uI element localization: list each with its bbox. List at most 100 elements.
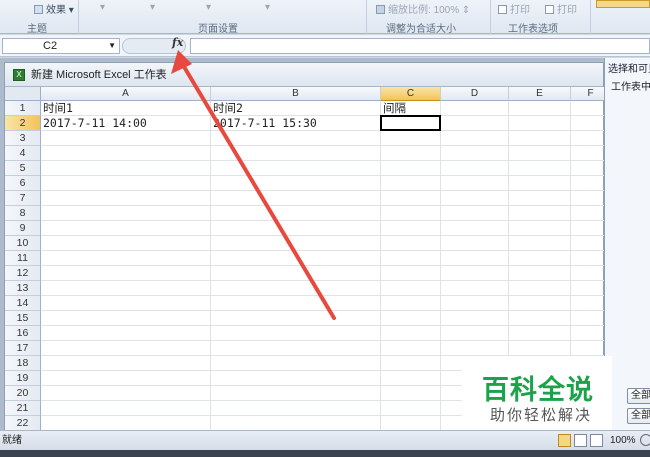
cell-d13[interactable] bbox=[441, 281, 509, 296]
row-header-16[interactable]: 16 bbox=[5, 326, 41, 341]
cell-a17[interactable] bbox=[41, 341, 211, 356]
cell-c11[interactable] bbox=[381, 251, 441, 266]
cell-c16[interactable] bbox=[381, 326, 441, 341]
row-header-8[interactable]: 8 bbox=[5, 206, 41, 221]
row-header-22[interactable]: 22 bbox=[5, 416, 41, 431]
column-header-d[interactable]: D bbox=[441, 87, 509, 101]
row-header-14[interactable]: 14 bbox=[5, 296, 41, 311]
cell-c19[interactable] bbox=[381, 371, 441, 386]
show-all-button[interactable]: 全部 bbox=[627, 388, 650, 404]
cell-a7[interactable] bbox=[41, 191, 211, 206]
size-dropdown[interactable]: ▾ bbox=[206, 2, 211, 13]
cell-c10[interactable] bbox=[381, 236, 441, 251]
cell-c13[interactable] bbox=[381, 281, 441, 296]
row-header-2[interactable]: 2 bbox=[5, 116, 41, 131]
cell-d2[interactable] bbox=[441, 116, 509, 131]
cell-c7[interactable] bbox=[381, 191, 441, 206]
row-header-20[interactable]: 20 bbox=[5, 386, 41, 401]
cell-c9[interactable] bbox=[381, 221, 441, 236]
workbook-title-bar[interactable]: X 新建 Microsoft Excel 工作表 bbox=[5, 63, 603, 87]
row-header-6[interactable]: 6 bbox=[5, 176, 41, 191]
column-header-c[interactable]: C bbox=[381, 87, 441, 101]
cell-d4[interactable] bbox=[441, 146, 509, 161]
cell-a3[interactable] bbox=[41, 131, 211, 146]
row-header-18[interactable]: 18 bbox=[5, 356, 41, 371]
cell-a15[interactable] bbox=[41, 311, 211, 326]
print-area-dropdown[interactable]: ▾ bbox=[265, 2, 270, 13]
cell-e3[interactable] bbox=[509, 131, 571, 146]
cell-b9[interactable] bbox=[211, 221, 381, 236]
zoom-level[interactable]: 100% bbox=[610, 431, 636, 450]
row-header-4[interactable]: 4 bbox=[5, 146, 41, 161]
cell-d10[interactable] bbox=[441, 236, 509, 251]
cell-b6[interactable] bbox=[211, 176, 381, 191]
row-header-10[interactable]: 10 bbox=[5, 236, 41, 251]
print-headings-checkbox[interactable]: 打印 bbox=[545, 1, 577, 16]
cell-d14[interactable] bbox=[441, 296, 509, 311]
cell-b13[interactable] bbox=[211, 281, 381, 296]
cell-c5[interactable] bbox=[381, 161, 441, 176]
normal-view-icon[interactable] bbox=[558, 434, 571, 447]
row-header-13[interactable]: 13 bbox=[5, 281, 41, 296]
cell-d6[interactable] bbox=[441, 176, 509, 191]
cell-b16[interactable] bbox=[211, 326, 381, 341]
cell-b12[interactable] bbox=[211, 266, 381, 281]
cell-a1[interactable]: 时间1 bbox=[41, 101, 211, 116]
zoom-out-icon[interactable] bbox=[640, 434, 650, 446]
cell-a8[interactable] bbox=[41, 206, 211, 221]
row-header-15[interactable]: 15 bbox=[5, 311, 41, 326]
scale-value[interactable]: 100% bbox=[434, 5, 460, 16]
cell-d17[interactable] bbox=[441, 341, 509, 356]
page-break-view-icon[interactable] bbox=[590, 434, 603, 447]
row-header-7[interactable]: 7 bbox=[5, 191, 41, 206]
cell-b2[interactable]: 2017-7-11 15:30 bbox=[211, 116, 381, 131]
cell-d7[interactable] bbox=[441, 191, 509, 206]
cell-e15[interactable] bbox=[509, 311, 571, 326]
cell-a14[interactable] bbox=[41, 296, 211, 311]
cell-b17[interactable] bbox=[211, 341, 381, 356]
cell-a13[interactable] bbox=[41, 281, 211, 296]
cell-d15[interactable] bbox=[441, 311, 509, 326]
cell-e5[interactable] bbox=[509, 161, 571, 176]
cell-c14[interactable] bbox=[381, 296, 441, 311]
cell-b21[interactable] bbox=[211, 401, 381, 416]
cell-e6[interactable] bbox=[509, 176, 571, 191]
chevron-down-icon[interactable]: ▼ bbox=[108, 39, 116, 53]
cell-b7[interactable] bbox=[211, 191, 381, 206]
column-header-e[interactable]: E bbox=[509, 87, 571, 101]
cell-b8[interactable] bbox=[211, 206, 381, 221]
column-header-b[interactable]: B bbox=[211, 87, 381, 101]
cell-e7[interactable] bbox=[509, 191, 571, 206]
cell-e14[interactable] bbox=[509, 296, 571, 311]
cell-a12[interactable] bbox=[41, 266, 211, 281]
cell-c2[interactable] bbox=[380, 115, 441, 131]
cell-e17[interactable] bbox=[509, 341, 571, 356]
cell-e11[interactable] bbox=[509, 251, 571, 266]
cell-a9[interactable] bbox=[41, 221, 211, 236]
row-header-1[interactable]: 1 bbox=[5, 101, 41, 116]
cell-a11[interactable] bbox=[41, 251, 211, 266]
cell-d11[interactable] bbox=[441, 251, 509, 266]
cell-b15[interactable] bbox=[211, 311, 381, 326]
cell-a6[interactable] bbox=[41, 176, 211, 191]
cell-b20[interactable] bbox=[211, 386, 381, 401]
cell-c21[interactable] bbox=[381, 401, 441, 416]
effects-button[interactable]: 效果 ▾ bbox=[34, 1, 74, 16]
cell-a10[interactable] bbox=[41, 236, 211, 251]
cell-e1[interactable] bbox=[509, 101, 571, 116]
cell-e2[interactable] bbox=[509, 116, 571, 131]
cell-c22[interactable] bbox=[381, 416, 441, 431]
print-gridlines-checkbox[interactable]: 打印 bbox=[498, 1, 530, 16]
cell-a18[interactable] bbox=[41, 356, 211, 371]
cell-b11[interactable] bbox=[211, 251, 381, 266]
hide-all-button[interactable]: 全部 bbox=[627, 408, 650, 424]
margins-dropdown[interactable]: ▾ bbox=[100, 2, 105, 13]
page-layout-view-icon[interactable] bbox=[574, 434, 587, 447]
cell-e10[interactable] bbox=[509, 236, 571, 251]
cell-c6[interactable] bbox=[381, 176, 441, 191]
cell-b4[interactable] bbox=[211, 146, 381, 161]
cell-a20[interactable] bbox=[41, 386, 211, 401]
select-all-corner[interactable] bbox=[5, 87, 41, 101]
row-header-12[interactable]: 12 bbox=[5, 266, 41, 281]
name-box[interactable]: C2 ▼ bbox=[2, 38, 120, 54]
